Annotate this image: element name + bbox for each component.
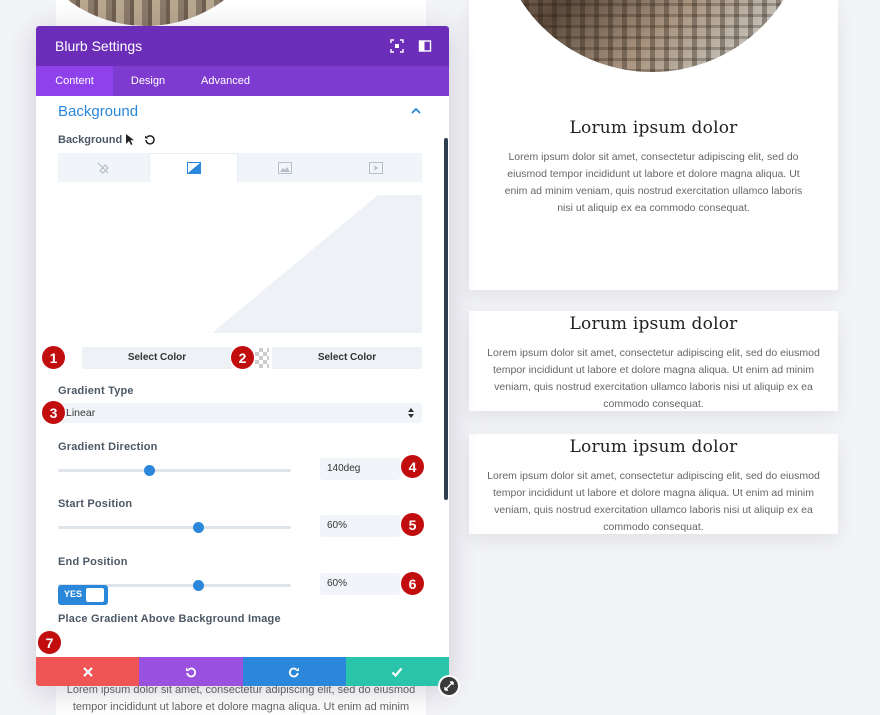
bg-tab-video[interactable] [331,153,420,182]
sidebar-toggle-icon[interactable] [418,39,432,53]
save-button[interactable] [345,657,449,686]
panel-body: Background Background 1 Select Color 2 S… [36,96,449,657]
slider-handle[interactable] [192,580,204,591]
toggle-label: YES [64,589,83,599]
slider-handle[interactable] [143,465,155,476]
cancel-button[interactable] [36,657,140,686]
blurb-text: Lorem ipsum dolor sit amet, consectetur … [487,347,820,410]
slider-handle[interactable] [192,522,204,533]
resize-handle[interactable] [438,675,460,697]
blurb-text: Lorem ipsum dolor sit amet, consectetur … [487,470,820,533]
select-color-button[interactable]: Select Color [272,347,422,369]
blurb-settings-panel: Blurb Settings Content Design Advanced B… [36,26,449,686]
redo-icon [289,667,300,677]
bg-tab-image[interactable] [240,153,329,182]
gradient-above-toggle[interactable]: YES [58,585,108,605]
start-position-label: Start Position [58,498,133,510]
left-body-text: Lorem ipsum dolor sit amet, consectetur … [66,684,416,713]
panel-tabs: Content Design Advanced [36,66,449,96]
image-icon [277,161,292,174]
panel-footer [36,657,449,686]
select-color-button[interactable]: Select Color [82,347,232,369]
start-position-input[interactable]: 60% [320,515,400,537]
start-position-slider[interactable] [58,522,291,533]
gradient-type-select[interactable]: Linear [58,403,422,423]
reset-icon[interactable] [144,134,156,146]
chevron-up-icon[interactable] [410,106,422,116]
panel-title: Blurb Settings [55,38,143,54]
gradient-direction-label: Gradient Direction [58,441,158,453]
toggle-knob [86,588,104,602]
tab-advanced[interactable]: Advanced [183,66,268,96]
tab-design[interactable]: Design [113,66,183,96]
background-type-tabs [58,153,422,182]
cursor-icon[interactable] [125,133,135,146]
step-badge: 6 [400,571,425,596]
background-field-label: Background [58,134,123,146]
step-badge: 4 [400,454,425,479]
blurb-text: Lorem ipsum dolor sit amet, consectetur … [504,151,803,214]
gradient-icon [186,162,201,174]
blurb-card: Lorum ipsum dolor Lorem ipsum dolor sit … [469,311,838,411]
blurb-title: Lorum ipsum dolor [569,314,738,334]
left-image [56,0,236,26]
gradient-above-label: Place Gradient Above Background Image [58,613,281,625]
transparent-swatch[interactable] [255,348,269,368]
bg-tab-gradient[interactable] [149,153,238,182]
end-position-label: End Position [58,556,128,568]
gradient-type-label: Gradient Type [58,385,134,397]
check-icon [392,667,403,677]
blurb-title: Lorum ipsum dolor [569,118,738,138]
blurb-card: Lorum ipsum dolor Lorem ipsum dolor sit … [469,0,838,290]
undo-button[interactable] [139,657,243,686]
close-icon [82,666,93,677]
panel-header[interactable]: Blurb Settings [36,26,449,66]
blurb-title: Lorum ipsum dolor [569,437,738,457]
step-badge: 2 [230,345,255,370]
step-badge: 3 [41,400,66,425]
bg-tab-none[interactable] [58,153,147,182]
no-fill-icon [97,162,109,174]
step-badge: 7 [37,630,62,655]
undo-icon [185,667,196,677]
section-title[interactable]: Background [58,103,138,120]
step-badge: 5 [400,512,425,537]
panel-scrollbar[interactable] [444,138,448,500]
redo-button[interactable] [242,657,346,686]
gradient-type-value: Linear [66,407,96,419]
blurb-image [469,0,838,72]
end-position-input[interactable]: 60% [320,573,400,595]
select-arrows-icon [408,408,414,418]
fullscreen-icon[interactable] [390,39,404,53]
gradient-preview [58,195,422,333]
resize-icon [444,681,454,691]
video-icon [368,161,383,174]
blurb-card: Lorum ipsum dolor Lorem ipsum dolor sit … [469,434,838,534]
gradient-direction-input[interactable]: 140deg [320,458,400,480]
step-badge: 1 [41,345,66,370]
tab-content[interactable]: Content [36,66,113,96]
gradient-direction-slider[interactable] [58,465,291,476]
